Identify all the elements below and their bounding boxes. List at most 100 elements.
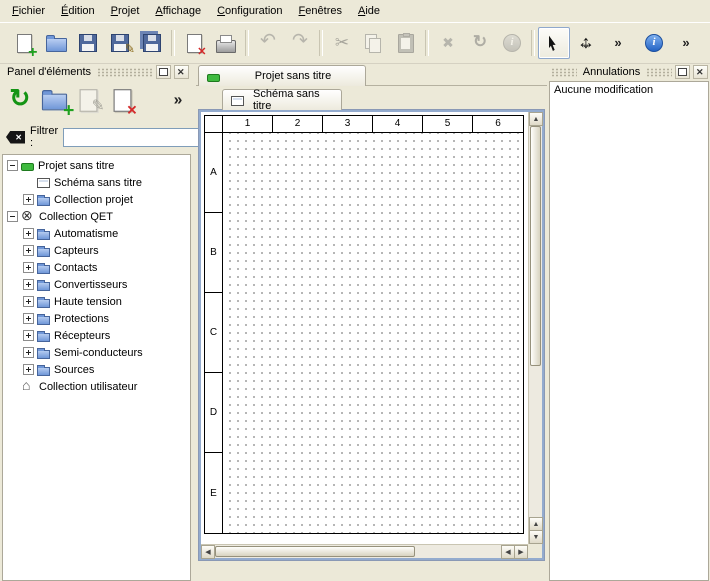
collections-toolbar-extension-button[interactable] [171, 90, 185, 110]
redo-button[interactable] [284, 27, 316, 59]
schema-tabbar: Schéma sans titre [196, 88, 547, 110]
toolbar-extension-button[interactable] [602, 27, 634, 59]
selection-mode-button[interactable] [538, 27, 570, 59]
undo-list-item[interactable]: Aucune modification [550, 82, 708, 98]
tree-expander[interactable] [22, 259, 35, 276]
vertical-scrollbar[interactable] [528, 112, 542, 544]
open-project-button[interactable] [40, 27, 72, 59]
tree-item-haute-tension[interactable]: Haute tension [3, 293, 190, 310]
tree-expander[interactable] [22, 242, 35, 259]
main-toolbar [0, 22, 710, 64]
visualisation-mode-button[interactable] [570, 27, 602, 59]
tree-expander[interactable] [22, 344, 35, 361]
tree-item-projet-sans-titre[interactable]: Projet sans titre [3, 157, 190, 174]
vertical-scroll-thumb[interactable] [530, 126, 541, 366]
undo-list: Aucune modification [549, 81, 709, 581]
tree-item-schema-sans-titre[interactable]: Schéma sans titre [3, 174, 190, 191]
tree-item-collection-projet[interactable]: Collection projet [3, 191, 190, 208]
copy-button[interactable] [358, 27, 390, 59]
about-button[interactable] [638, 27, 670, 59]
tree-item-convertisseurs[interactable]: Convertisseurs [3, 276, 190, 293]
menu-configuration[interactable]: Configuration [209, 1, 290, 21]
float-panel-button[interactable] [156, 65, 171, 79]
float-panel-button[interactable] [675, 65, 690, 79]
info-circle-icon [503, 34, 521, 52]
tree-item-label: Projet sans titre [38, 160, 114, 172]
menu-aide[interactable]: Aide [350, 1, 388, 21]
close-panel-button[interactable] [174, 65, 189, 79]
menu-edition[interactable]: Édition [53, 1, 103, 21]
tree-item-collection-qet[interactable]: Collection QET [3, 208, 190, 225]
qet-icon [21, 210, 35, 223]
horizontal-scroll-thumb[interactable] [215, 546, 415, 557]
tree-item-contacts[interactable]: Contacts [3, 259, 190, 276]
horizontal-scrollbar[interactable] [201, 544, 528, 558]
tree-expander[interactable] [22, 361, 35, 378]
save-all-button[interactable] [136, 27, 168, 59]
tree-expander[interactable] [22, 293, 35, 310]
minus-box-icon [7, 211, 18, 222]
scroll-up-button-2[interactable] [529, 517, 543, 531]
tree-item-semi-conducteurs[interactable]: Semi-conducteurs [3, 344, 190, 361]
scroll-up-button[interactable] [529, 112, 543, 126]
edit-element-button[interactable] [74, 86, 102, 114]
close-panel-button[interactable] [693, 65, 708, 79]
tree-item-collection-utilisateur[interactable]: Collection utilisateur [3, 378, 190, 395]
clipboard-icon [398, 34, 414, 53]
filter-label: Filtrer : [30, 125, 58, 149]
menu-projet[interactable]: Projet [103, 1, 148, 21]
tree-expander[interactable] [22, 327, 35, 344]
save-as-button[interactable] [104, 27, 136, 59]
schema-tab[interactable]: Schéma sans titre [222, 89, 342, 110]
diagram-viewport[interactable]: 123456 ABCDE [201, 112, 528, 544]
tree-expander[interactable] [22, 276, 35, 293]
scroll-left-button[interactable] [201, 545, 215, 559]
project-tab[interactable]: Projet sans titre [198, 65, 366, 86]
element-info-button[interactable] [496, 27, 528, 59]
row-label: B [205, 213, 222, 293]
menu-fichier[interactable]: Fichier [4, 1, 53, 21]
menu-affichage[interactable]: Affichage [147, 1, 209, 21]
clear-filter-button[interactable] [6, 131, 25, 144]
plus-box-icon [23, 313, 34, 324]
rotate-button[interactable] [464, 27, 496, 59]
menu-fenetres[interactable]: Fenêtres [291, 1, 350, 21]
toolbar-extension-button-2[interactable] [670, 27, 702, 59]
paste-button[interactable] [390, 27, 422, 59]
scroll-down-button[interactable] [529, 530, 543, 544]
tree-expander[interactable] [22, 225, 35, 242]
scroll-left-button-2[interactable] [501, 545, 515, 559]
tree-item-sources[interactable]: Sources [3, 361, 190, 378]
plus-box-icon [23, 364, 34, 375]
element-tree: Projet sans titreSchéma sans titreCollec… [2, 154, 191, 581]
toolbar-separator [319, 30, 323, 56]
tree-expander[interactable] [22, 191, 35, 208]
tree-expander[interactable] [6, 208, 19, 225]
close-file-button[interactable] [178, 27, 210, 59]
save-button[interactable] [72, 27, 104, 59]
tree-item-protections[interactable]: Protections [3, 310, 190, 327]
folder-icon [37, 265, 50, 274]
new-document-button[interactable] [8, 27, 40, 59]
tree-item-capteurs[interactable]: Capteurs [3, 242, 190, 259]
page-close-icon [187, 34, 202, 53]
print-button[interactable] [210, 27, 242, 59]
new-element-button[interactable] [40, 86, 68, 114]
column-label: 6 [473, 116, 523, 132]
floppy-stack-icon [143, 34, 161, 52]
tree-expander[interactable] [22, 310, 35, 327]
tree-item-label: Contacts [54, 262, 97, 274]
delete-button[interactable] [432, 27, 464, 59]
toolbar-separator [425, 30, 429, 56]
tree-item-recepteurs[interactable]: Récepteurs [3, 327, 190, 344]
scroll-right-button[interactable] [514, 545, 528, 559]
delete-element-button[interactable] [108, 86, 136, 114]
cut-button[interactable] [326, 27, 358, 59]
diagram-schema[interactable]: 123456 ABCDE [204, 115, 524, 534]
tree-item-automatisme[interactable]: Automatisme [3, 225, 190, 242]
grid-area[interactable] [223, 133, 523, 533]
filter-input[interactable] [63, 128, 213, 147]
reload-collections-button[interactable] [6, 86, 34, 114]
tree-expander[interactable] [6, 157, 19, 174]
undo-button[interactable] [252, 27, 284, 59]
